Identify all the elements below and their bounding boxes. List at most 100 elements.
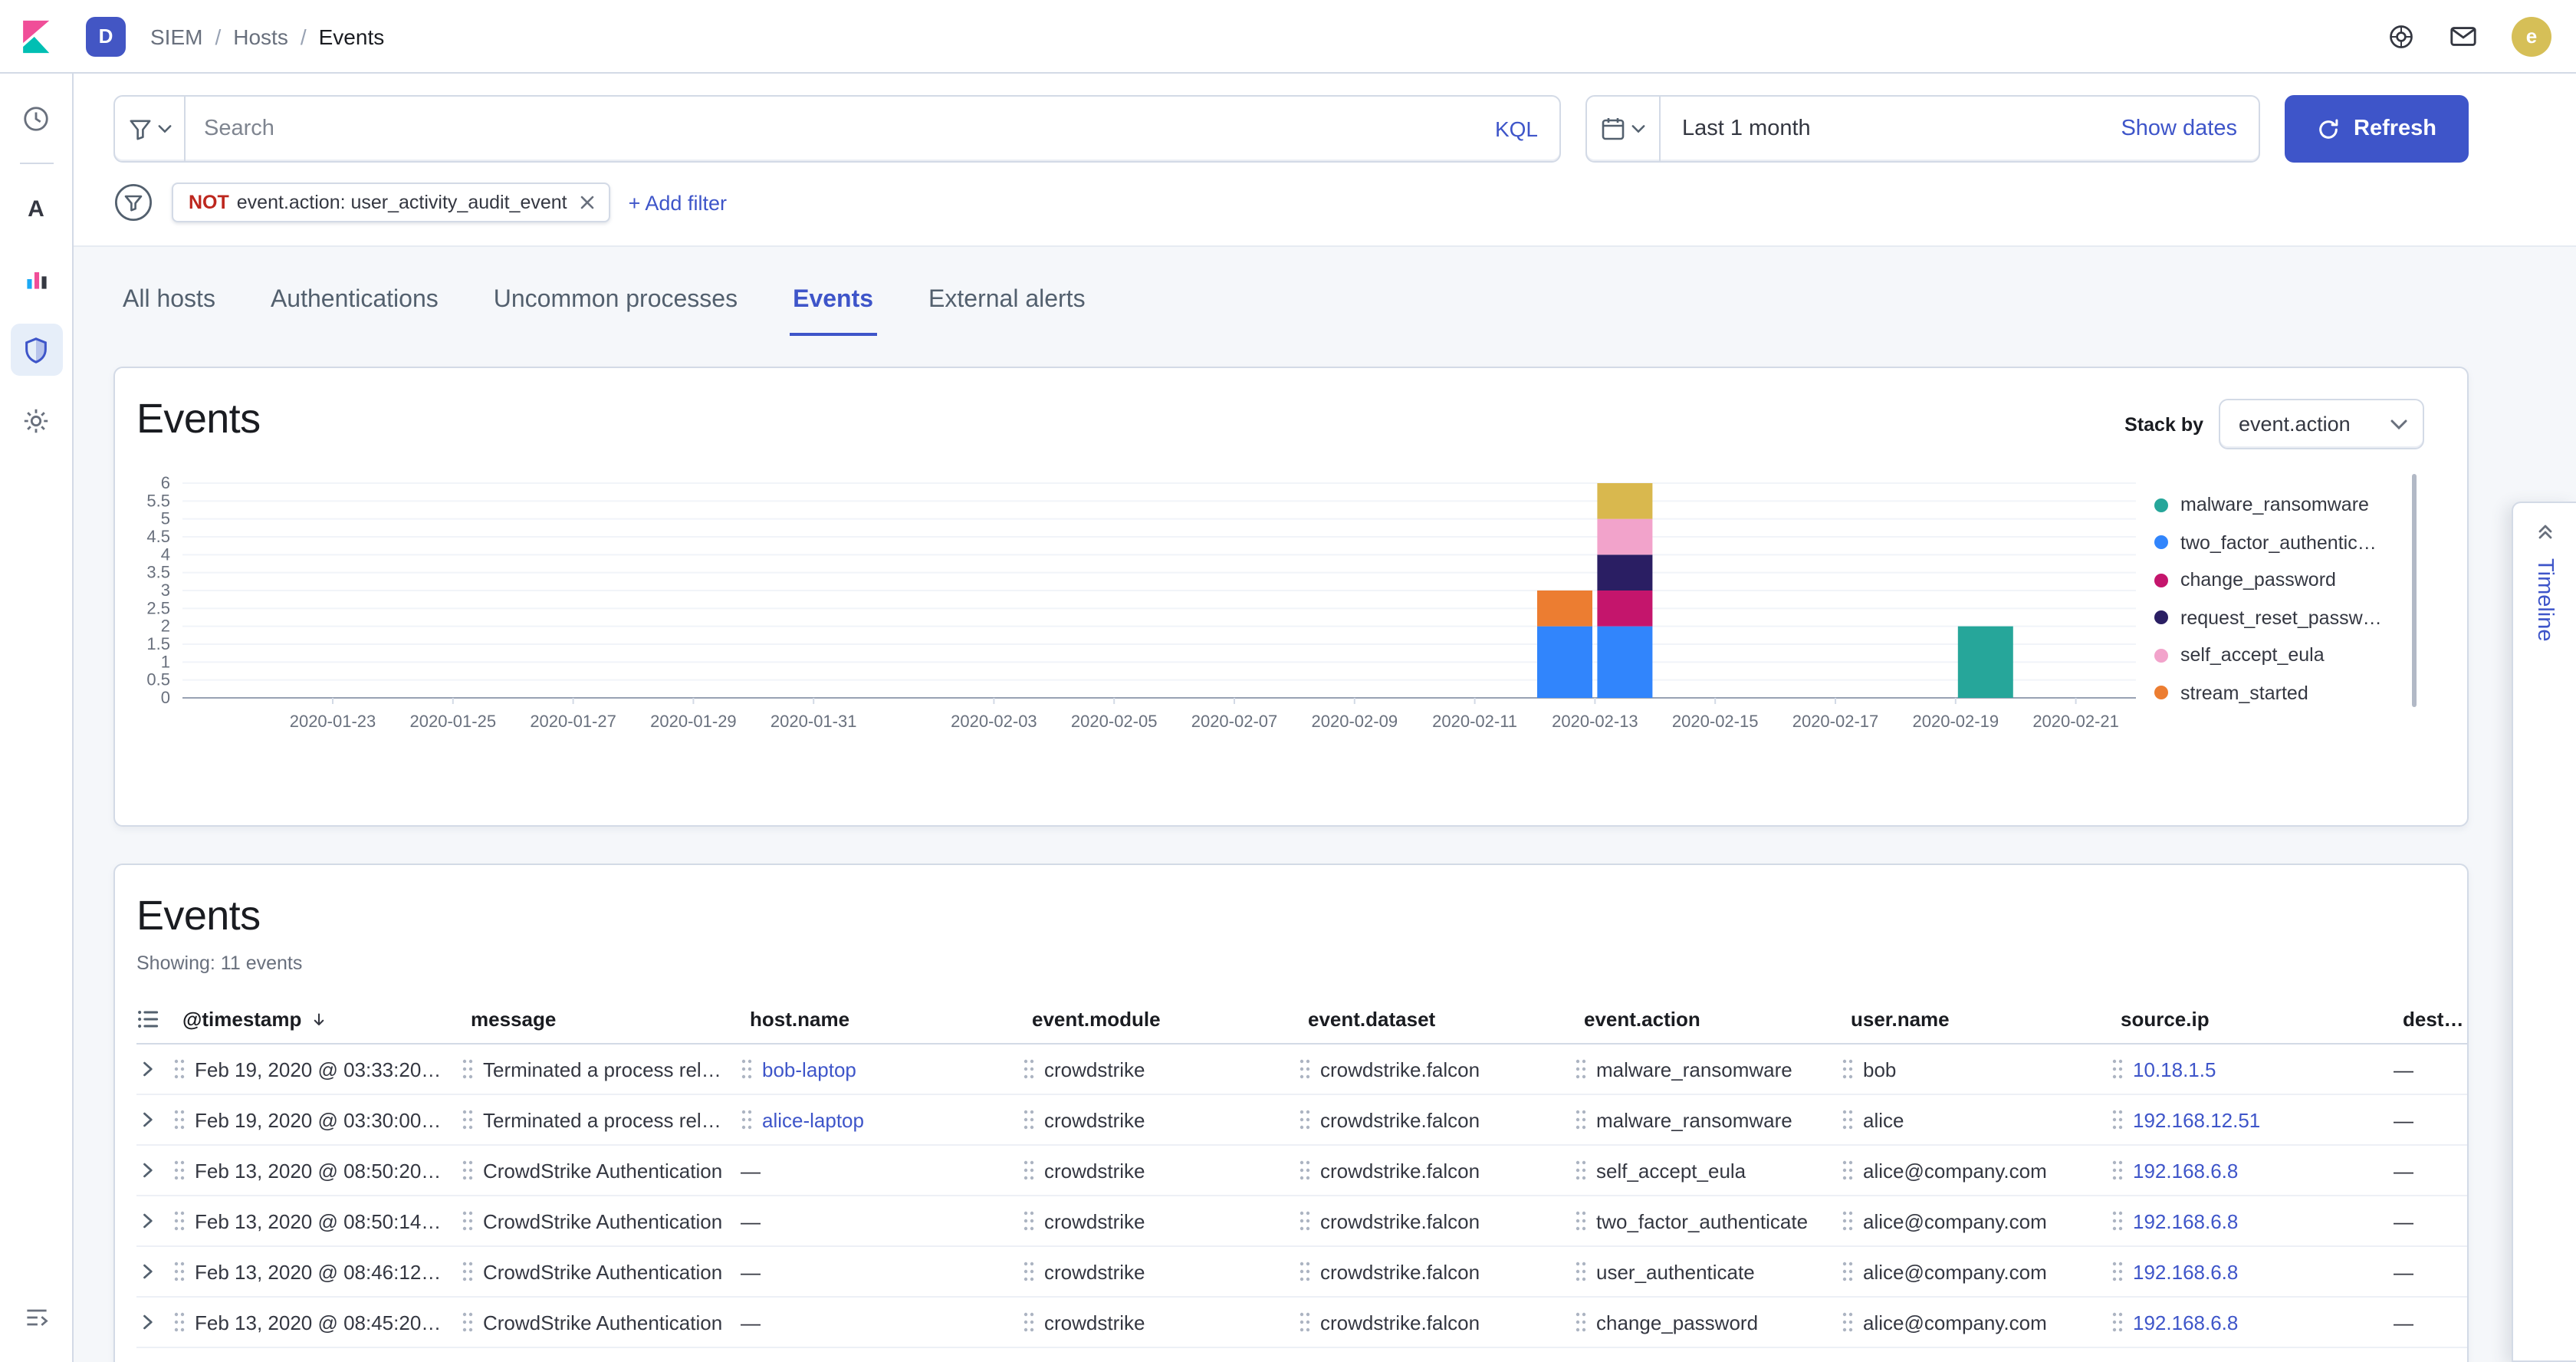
dock-navigation-button[interactable] — [10, 1291, 62, 1344]
kibana-logo[interactable] — [0, 16, 74, 56]
add-filter-button[interactable]: + Add filter — [629, 191, 727, 214]
column-header-event-dataset[interactable]: event.dataset — [1308, 1008, 1584, 1031]
column-header-message[interactable]: message — [471, 1008, 750, 1031]
tab-all-hosts[interactable]: All hosts — [120, 275, 219, 336]
cell-value[interactable]: alice — [1863, 1108, 1904, 1131]
cell-link[interactable]: 192.168.6.8 — [2133, 1311, 2238, 1334]
legend-item-stream-started[interactable]: stream_started — [2154, 674, 2406, 712]
expand-timeline-icon[interactable] — [2535, 521, 2554, 540]
expand-row-button[interactable] — [136, 1311, 158, 1333]
column-header-destination-ip[interactable]: destination.ip — [2403, 1008, 2464, 1031]
cell-value[interactable]: CrowdStrike Authentication — [483, 1260, 722, 1283]
tab-external-alerts[interactable]: External alerts — [925, 275, 1089, 336]
bar-segment-two-factor-authenticate[interactable] — [1537, 627, 1592, 698]
time-range-value[interactable]: Last 1 month — [1661, 117, 1832, 141]
cell-value[interactable]: crowdstrike.falcon — [1320, 1159, 1480, 1182]
cell-value[interactable]: crowdstrike.falcon — [1320, 1311, 1480, 1334]
breadcrumb-siem[interactable]: SIEM — [150, 24, 202, 48]
cell-link[interactable]: 10.18.1.5 — [2133, 1058, 2216, 1081]
filter-options-button[interactable] — [113, 183, 153, 222]
tab-uncommon-processes[interactable]: Uncommon processes — [491, 275, 741, 336]
column-header-timestamp[interactable]: @timestamp — [182, 1008, 471, 1031]
cell-link[interactable]: alice-laptop — [762, 1108, 864, 1131]
cell-value[interactable]: crowdstrike.falcon — [1320, 1209, 1480, 1232]
cell-link[interactable]: 192.168.6.8 — [2133, 1260, 2238, 1283]
newsfeed-icon[interactable] — [2449, 21, 2478, 51]
cell-value[interactable]: change_password — [1596, 1311, 1758, 1334]
cell-link[interactable]: 192.168.6.8 — [2133, 1159, 2238, 1182]
column-header-host-name[interactable]: host.name — [750, 1008, 1032, 1031]
timeline-flyout[interactable]: Timeline — [2512, 502, 2576, 1362]
kql-button[interactable]: KQL — [1474, 117, 1559, 141]
bar-segment-two-factor-authenticate[interactable] — [1597, 627, 1652, 698]
legend-item-malware-ransomware[interactable]: malware_ransomware — [2154, 486, 2406, 524]
legend-item-user-authenticate[interactable]: user_authenticate — [2154, 712, 2406, 722]
tab-events[interactable]: Events — [790, 275, 876, 336]
remove-filter-icon[interactable] — [580, 195, 595, 210]
legend-item-self-accept-eula[interactable]: self_accept_eula — [2154, 637, 2406, 674]
cell-value[interactable]: Terminated a process relate… — [483, 1108, 725, 1131]
saved-queries-button[interactable] — [115, 97, 186, 161]
cell-value[interactable]: Feb 13, 2020 @ 08:46:12.362 — [195, 1260, 446, 1283]
cell-value[interactable]: malware_ransomware — [1596, 1058, 1792, 1081]
search-input[interactable] — [186, 117, 1474, 141]
legend-item-two-factor-authenticate[interactable]: two_factor_authenticate — [2154, 524, 2406, 561]
legend-scrollbar[interactable] — [2412, 474, 2417, 707]
cell-value[interactable]: crowdstrike.falcon — [1320, 1058, 1480, 1081]
siem-app-button[interactable] — [10, 324, 62, 376]
cell-value[interactable]: Feb 13, 2020 @ 08:50:20.289 — [195, 1159, 446, 1182]
bar-segment-self-accept-eula[interactable] — [1597, 519, 1652, 555]
column-header-event-action[interactable]: event.action — [1584, 1008, 1851, 1031]
column-header-user-name[interactable]: user.name — [1851, 1008, 2121, 1031]
cell-value[interactable]: Feb 13, 2020 @ 08:50:14.754 — [195, 1209, 446, 1232]
cell-value[interactable]: crowdstrike — [1044, 1058, 1145, 1081]
cell-value[interactable]: CrowdStrike Authentication — [483, 1159, 722, 1182]
analytics-app-button[interactable] — [10, 253, 62, 305]
cell-value[interactable]: crowdstrike — [1044, 1311, 1145, 1334]
expand-row-button[interactable] — [136, 1058, 158, 1080]
cell-value[interactable]: crowdstrike — [1044, 1260, 1145, 1283]
cell-value[interactable]: Feb 19, 2020 @ 03:33:20.000 — [195, 1058, 446, 1081]
cell-value[interactable]: crowdstrike — [1044, 1108, 1145, 1131]
filter-pill[interactable]: NOT event.action: user_activity_audit_ev… — [172, 183, 610, 222]
stack-by-select[interactable]: event.action — [2219, 399, 2424, 449]
cell-value[interactable]: Feb 19, 2020 @ 03:30:00.000 — [195, 1108, 446, 1131]
cell-value[interactable]: Feb 13, 2020 @ 08:45:20.236 — [195, 1311, 446, 1334]
management-app-button[interactable] — [10, 394, 62, 446]
space-badge[interactable]: D — [86, 16, 126, 56]
cell-value[interactable]: crowdstrike.falcon — [1320, 1108, 1480, 1131]
bar-segment-change-password[interactable] — [1597, 591, 1652, 627]
cell-link[interactable]: bob-laptop — [762, 1058, 856, 1081]
cell-value[interactable]: malware_ransomware — [1596, 1108, 1792, 1131]
cell-value[interactable]: alice@company.com — [1863, 1159, 2047, 1182]
cell-value[interactable]: crowdstrike — [1044, 1209, 1145, 1232]
cell-link[interactable]: 192.168.12.51 — [2133, 1108, 2260, 1131]
cell-value[interactable]: alice@company.com — [1863, 1260, 2047, 1283]
bar-segment-request-reset-password[interactable] — [1597, 554, 1652, 591]
expand-row-button[interactable] — [136, 1160, 158, 1181]
user-avatar[interactable]: e — [2512, 16, 2551, 56]
cell-value[interactable]: Terminated a process relate… — [483, 1058, 725, 1081]
column-header-source-ip[interactable]: source.ip — [2121, 1008, 2403, 1031]
cell-value[interactable]: self_accept_eula — [1596, 1159, 1746, 1182]
cell-value[interactable]: crowdstrike.falcon — [1320, 1260, 1480, 1283]
bar-segment-user-authenticate[interactable] — [1597, 483, 1652, 519]
legend-item-change-password[interactable]: change_password — [2154, 561, 2406, 599]
cell-value[interactable]: alice@company.com — [1863, 1209, 2047, 1232]
help-icon[interactable] — [2387, 22, 2415, 50]
legend-item-request-reset-password[interactable]: request_reset_password — [2154, 599, 2406, 637]
cell-link[interactable]: 192.168.6.8 — [2133, 1209, 2238, 1232]
cell-value[interactable]: user_authenticate — [1596, 1260, 1755, 1283]
tab-authentications[interactable]: Authentications — [268, 275, 442, 336]
expand-row-button[interactable] — [136, 1210, 158, 1232]
date-quick-select-button[interactable] — [1587, 97, 1661, 161]
refresh-button[interactable]: Refresh — [2285, 95, 2469, 163]
cell-value[interactable]: alice@company.com — [1863, 1311, 2047, 1334]
bar-segment-malware-ransomware[interactable] — [1958, 627, 2013, 698]
expand-row-button[interactable] — [136, 1261, 158, 1282]
app-a-button[interactable]: A — [10, 183, 62, 235]
expand-row-button[interactable] — [136, 1109, 158, 1130]
cell-value[interactable]: CrowdStrike Authentication — [483, 1311, 722, 1334]
bar-segment-stream-started[interactable] — [1537, 591, 1592, 627]
cell-value[interactable]: bob — [1863, 1058, 1896, 1081]
